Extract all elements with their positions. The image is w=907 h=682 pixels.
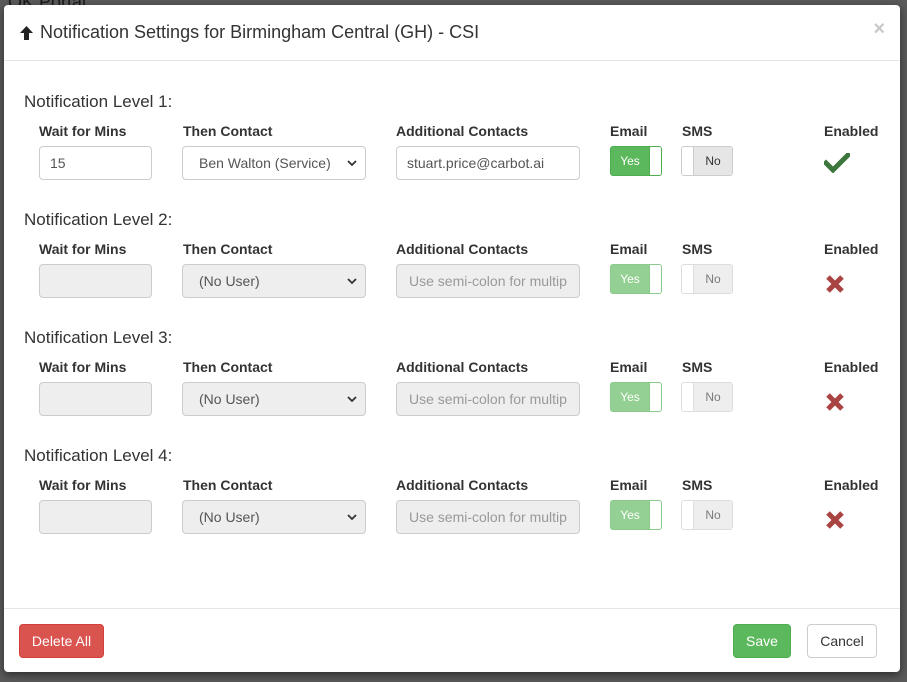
additional-label: Additional Contacts	[396, 123, 529, 139]
toggle-knob	[649, 383, 661, 411]
additional-contacts-input[interactable]: Use semi-colon for multip	[396, 264, 580, 298]
wait-label: Wait for Mins	[39, 477, 127, 493]
additional-value: stuart.price@carbot.ai	[407, 155, 545, 171]
notification-level-2: Notification Level 2: Wait for Mins Then…	[24, 210, 884, 310]
contact-label: Then Contact	[183, 241, 273, 257]
email-toggle-label: Yes	[620, 390, 640, 404]
close-button[interactable]: ×	[873, 19, 885, 39]
sms-label: SMS	[682, 477, 713, 493]
email-label: Email	[610, 241, 648, 257]
email-toggle[interactable]: Yes	[610, 500, 662, 530]
email-toggle-label: Yes	[620, 154, 640, 168]
chevron-down-icon	[347, 392, 357, 406]
modal-title: Notification Settings for Birmingham Cen…	[19, 22, 479, 43]
additional-contacts-input[interactable]: Use semi-colon for multip	[396, 382, 580, 416]
notification-level-1: Notification Level 1: Wait for Mins Then…	[24, 92, 884, 192]
contact-label: Then Contact	[183, 359, 273, 375]
contact-select[interactable]: (No User)	[182, 382, 366, 416]
enabled-label: Enabled	[824, 477, 879, 493]
sms-toggle[interactable]: No	[681, 500, 733, 530]
cancel-button[interactable]: Cancel	[807, 624, 877, 658]
sms-toggle-label: No	[694, 501, 732, 529]
chevron-down-icon	[347, 274, 357, 288]
wait-label: Wait for Mins	[39, 123, 127, 139]
enabled-label: Enabled	[824, 241, 879, 257]
modal-title-text: Notification Settings for Birmingham Cen…	[40, 22, 480, 42]
contact-label: Then Contact	[183, 123, 273, 139]
email-toggle-label: Yes	[620, 272, 640, 286]
wait-label: Wait for Mins	[39, 359, 127, 375]
notification-settings-modal: Notification Settings for Birmingham Cen…	[4, 5, 900, 672]
contact-selected: (No User)	[199, 509, 260, 525]
sms-toggle-label: No	[694, 265, 732, 293]
chevron-down-icon	[347, 510, 357, 524]
additional-contacts-input[interactable]: Use semi-colon for multip	[396, 500, 580, 534]
contact-selected: Ben Walton (Service)	[199, 155, 331, 171]
sms-toggle[interactable]: No	[681, 382, 733, 412]
enabled-label: Enabled	[824, 359, 879, 375]
cross-icon	[826, 275, 844, 293]
cross-icon	[826, 393, 844, 411]
email-label: Email	[610, 477, 648, 493]
sms-toggle[interactable]: No	[681, 264, 733, 294]
contact-selected: (No User)	[199, 273, 260, 289]
email-toggle[interactable]: Yes	[610, 264, 662, 294]
sms-label: SMS	[682, 241, 713, 257]
sms-toggle-label: No	[694, 147, 732, 175]
email-toggle-label: Yes	[620, 508, 640, 522]
arrow-up-icon	[20, 25, 33, 40]
wait-input[interactable]	[39, 500, 152, 534]
contact-select[interactable]: Ben Walton (Service)	[182, 146, 366, 180]
wait-input[interactable]: 15	[39, 146, 152, 180]
contact-select[interactable]: (No User)	[182, 500, 366, 534]
delete-all-button[interactable]: Delete All	[19, 624, 104, 658]
enabled-label: Enabled	[824, 123, 879, 139]
sms-label: SMS	[682, 123, 713, 139]
modal-footer: Delete All Save Cancel	[4, 608, 900, 672]
sms-toggle-label: No	[694, 383, 732, 411]
additional-placeholder: Use semi-colon for multip	[409, 391, 567, 407]
contact-label: Then Contact	[183, 477, 273, 493]
level-title: Notification Level 3:	[24, 328, 173, 347]
email-toggle[interactable]: Yes	[610, 382, 662, 412]
toggle-knob	[682, 383, 694, 411]
notification-level-4: Notification Level 4: Wait for Mins Then…	[24, 446, 884, 546]
toggle-knob	[682, 147, 694, 175]
toggle-knob	[682, 501, 694, 529]
email-label: Email	[610, 123, 648, 139]
contact-select[interactable]: (No User)	[182, 264, 366, 298]
wait-label: Wait for Mins	[39, 241, 127, 257]
toggle-knob	[682, 265, 694, 293]
email-label: Email	[610, 359, 648, 375]
toggle-knob	[649, 501, 661, 529]
toggle-knob	[649, 147, 661, 175]
level-title: Notification Level 1:	[24, 92, 173, 111]
email-toggle[interactable]: Yes	[610, 146, 662, 176]
save-button[interactable]: Save	[733, 624, 791, 658]
wait-value: 15	[50, 155, 66, 171]
toggle-knob	[649, 265, 661, 293]
additional-contacts-input[interactable]: stuart.price@carbot.ai	[396, 146, 580, 180]
additional-label: Additional Contacts	[396, 359, 529, 375]
wait-input[interactable]	[39, 382, 152, 416]
notification-level-3: Notification Level 3: Wait for Mins Then…	[24, 328, 884, 428]
level-title: Notification Level 2:	[24, 210, 173, 229]
additional-label: Additional Contacts	[396, 241, 529, 257]
additional-placeholder: Use semi-colon for multip	[409, 273, 567, 289]
contact-selected: (No User)	[199, 391, 260, 407]
cross-icon	[826, 511, 844, 529]
level-title: Notification Level 4:	[24, 446, 173, 465]
wait-input[interactable]	[39, 264, 152, 298]
chevron-down-icon	[347, 156, 357, 170]
check-icon	[824, 153, 850, 173]
sms-toggle[interactable]: No	[681, 146, 733, 176]
modal-header: Notification Settings for Birmingham Cen…	[4, 5, 900, 61]
additional-label: Additional Contacts	[396, 477, 529, 493]
additional-placeholder: Use semi-colon for multip	[409, 509, 567, 525]
sms-label: SMS	[682, 359, 713, 375]
